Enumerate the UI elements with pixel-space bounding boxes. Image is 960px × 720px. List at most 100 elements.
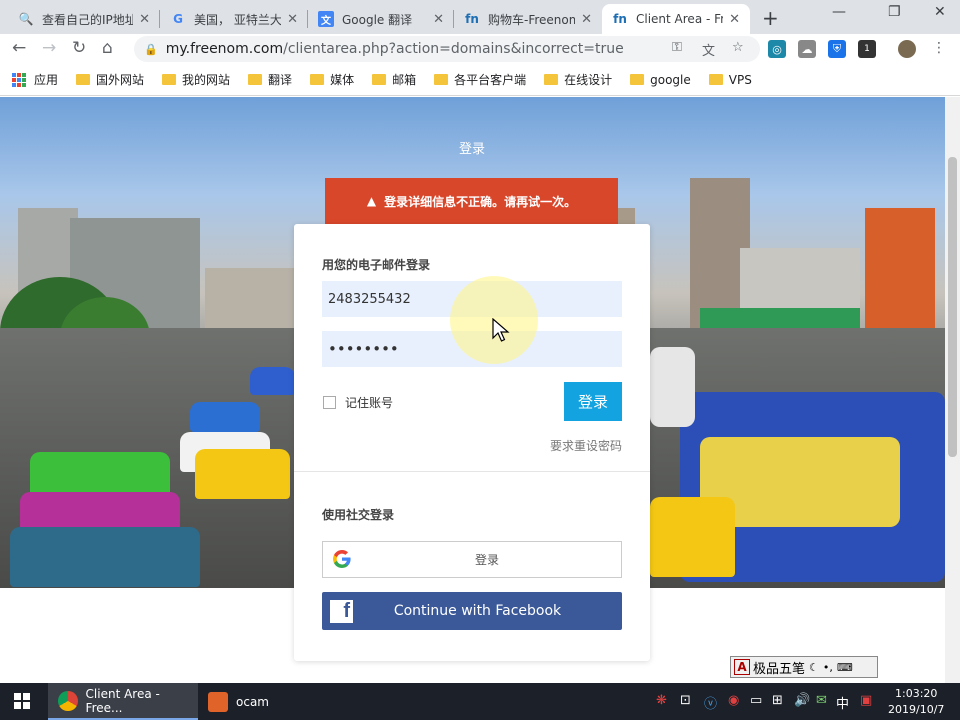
close-icon[interactable]: ✕ — [287, 12, 298, 27]
minimize-icon[interactable]: — — [832, 4, 846, 20]
home-icon[interactable]: ⌂ — [102, 38, 113, 58]
bookmark-label: 媒体 — [330, 73, 355, 87]
address-bar[interactable]: 🔒 my.freenom.com/clientarea.php?action=d… — [134, 36, 760, 62]
bookmark-folder[interactable]: google — [630, 73, 691, 87]
apps-icon — [12, 72, 26, 87]
tray-v-icon[interactable]: ⓥ — [704, 693, 717, 712]
facebook-login-button[interactable]: f Continue with Facebook — [322, 592, 622, 630]
tab-title: Google 翻译 — [342, 12, 413, 27]
folder-icon — [76, 74, 91, 85]
bookmark-label: VPS — [728, 72, 752, 87]
taskbar-item-label: Client Area - Free... — [85, 686, 160, 715]
windows-start-icon[interactable] — [14, 693, 30, 709]
bookmark-label: 各平台客户端 — [454, 73, 527, 87]
new-tab-button[interactable]: + — [762, 6, 779, 30]
tray-record-icon[interactable]: ◉ — [728, 693, 739, 708]
bookmark-star-icon[interactable]: ☆ — [732, 40, 744, 55]
taskbar-ocam[interactable]: ocam — [198, 683, 308, 720]
moon-icon[interactable]: ☾ — [809, 661, 819, 674]
close-icon[interactable]: ✕ — [581, 12, 592, 27]
google-login-button[interactable]: 登录 — [322, 541, 622, 578]
facebook-login-label: Continue with Facebook — [393, 603, 562, 619]
tray-app-icon[interactable]: ❋ — [656, 693, 667, 708]
ime-mode-icon[interactable]: A — [734, 659, 750, 675]
search-icon: 🔍 — [18, 12, 34, 26]
warning-icon: ▲ — [366, 194, 377, 208]
taskbar-chrome[interactable]: Client Area - Free... — [48, 683, 198, 720]
system-clock[interactable]: 1:03:20 2019/10/7 — [888, 686, 944, 718]
folder-icon — [248, 74, 263, 85]
bookmark-folder[interactable]: 各平台客户端 — [434, 71, 526, 88]
bookmark-folder[interactable]: 邮箱 — [372, 71, 416, 88]
profile-avatar[interactable] — [898, 40, 916, 58]
folder-icon — [310, 74, 325, 85]
tray-display-icon[interactable]: ▭ — [750, 693, 762, 708]
google-g-icon — [333, 550, 351, 568]
tab-freenom-cart[interactable]: fn 购物车-Freenom ✕ — [454, 4, 602, 34]
extension-cloud-icon[interactable]: ☁ — [798, 40, 816, 58]
extension-badge: 1 — [864, 44, 870, 54]
close-icon[interactable]: ✕ — [139, 12, 150, 27]
bookmark-folder[interactable]: 国外网站 — [76, 71, 144, 88]
back-icon[interactable]: ← — [12, 38, 26, 58]
bookmark-folder[interactable]: 我的网站 — [162, 71, 230, 88]
ime-label: 极品五笔 — [753, 661, 806, 677]
login-button[interactable]: 登录 — [564, 382, 622, 421]
remember-checkbox[interactable] — [323, 396, 336, 409]
freenom-icon: fn — [465, 12, 479, 26]
folder-icon — [630, 74, 645, 85]
scrollbar-thumb[interactable] — [948, 157, 957, 457]
reload-icon[interactable]: ↻ — [72, 38, 86, 58]
lock-icon: 🔒 — [144, 42, 158, 56]
folder-icon — [162, 74, 177, 85]
remember-label: 记住账号 — [345, 396, 394, 410]
menu-kebab-icon[interactable]: ⋮ — [932, 40, 946, 56]
tab-title: Client Area - Free — [636, 12, 724, 26]
bookmark-folder[interactable]: 翻译 — [248, 71, 292, 88]
tab-title: 查看自己的IP地址 — [42, 12, 134, 27]
folder-icon — [544, 74, 559, 85]
bookmark-label: 翻译 — [268, 73, 293, 87]
key-icon[interactable]: ⚿ — [672, 40, 682, 55]
tab-client-area[interactable]: fn Client Area - Free ✕ — [602, 4, 750, 34]
bookmark-apps[interactable]: 应用 — [12, 71, 58, 88]
volume-icon[interactable]: 🔊 — [794, 693, 810, 708]
bookmark-label: 应用 — [34, 73, 59, 87]
restore-icon[interactable]: ❐ — [888, 4, 901, 20]
ime-lang-indicator[interactable]: 中 — [836, 693, 849, 712]
freenom-icon: fn — [613, 12, 627, 26]
tray-ime-icon[interactable]: ▣ — [860, 693, 872, 708]
bookmark-folder[interactable]: 媒体 — [310, 71, 354, 88]
folder-icon — [372, 74, 387, 85]
bookmarks-bar: 应用 国外网站 我的网站 翻译 媒体 邮箱 各平台客户端 在线设计 google… — [0, 64, 960, 96]
email-login-heading: 用您的电子邮件登录 — [322, 258, 431, 272]
translate-page-icon[interactable]: 文 — [702, 40, 715, 59]
tab-ip-lookup[interactable]: 🔍 查看自己的IP地址 ✕ — [8, 4, 160, 34]
bookmark-folder[interactable]: VPS — [708, 72, 752, 87]
bookmark-label: 国外网站 — [96, 73, 145, 87]
clock-date: 2019/10/7 — [888, 703, 945, 716]
header-login-link[interactable]: 登录 — [440, 138, 504, 157]
bookmark-folder[interactable]: 在线设计 — [544, 71, 612, 88]
close-icon[interactable]: ✕ — [433, 12, 444, 27]
extension-icon[interactable]: ◎ — [768, 40, 786, 58]
shield-icon[interactable]: ⛨ — [828, 40, 846, 58]
close-icon[interactable]: ✕ — [729, 12, 740, 27]
tab-atlanta[interactable]: G 美国， 亚特兰大 ✕ — [160, 4, 308, 34]
error-alert-text: 登录详细信息不正确。请再试一次。 — [384, 194, 577, 209]
forward-icon[interactable]: → — [42, 38, 56, 58]
tray-network-icon[interactable]: ⊞ — [772, 693, 783, 708]
tray-screen-icon[interactable]: ⊡ — [680, 693, 691, 708]
ime-toolbar[interactable]: A 极品五笔 ☾ •, ⌨ — [730, 656, 878, 678]
facebook-icon: f — [330, 599, 353, 623]
tab-google-translate[interactable]: 文 Google 翻译 ✕ — [308, 4, 454, 34]
forgot-password-link[interactable]: 要求重设密码 — [550, 437, 622, 454]
mouse-cursor-icon — [492, 318, 510, 342]
extension-badge-icon[interactable]: 1 — [858, 40, 876, 58]
keyboard-icon[interactable]: ⌨ — [837, 661, 853, 674]
page-scrollbar[interactable] — [945, 97, 960, 683]
tray-wechat-icon[interactable]: ✉ — [816, 693, 827, 708]
folder-icon — [434, 74, 449, 85]
punctuation-icon[interactable]: •, — [823, 661, 833, 674]
close-window-icon[interactable]: ✕ — [934, 4, 946, 20]
